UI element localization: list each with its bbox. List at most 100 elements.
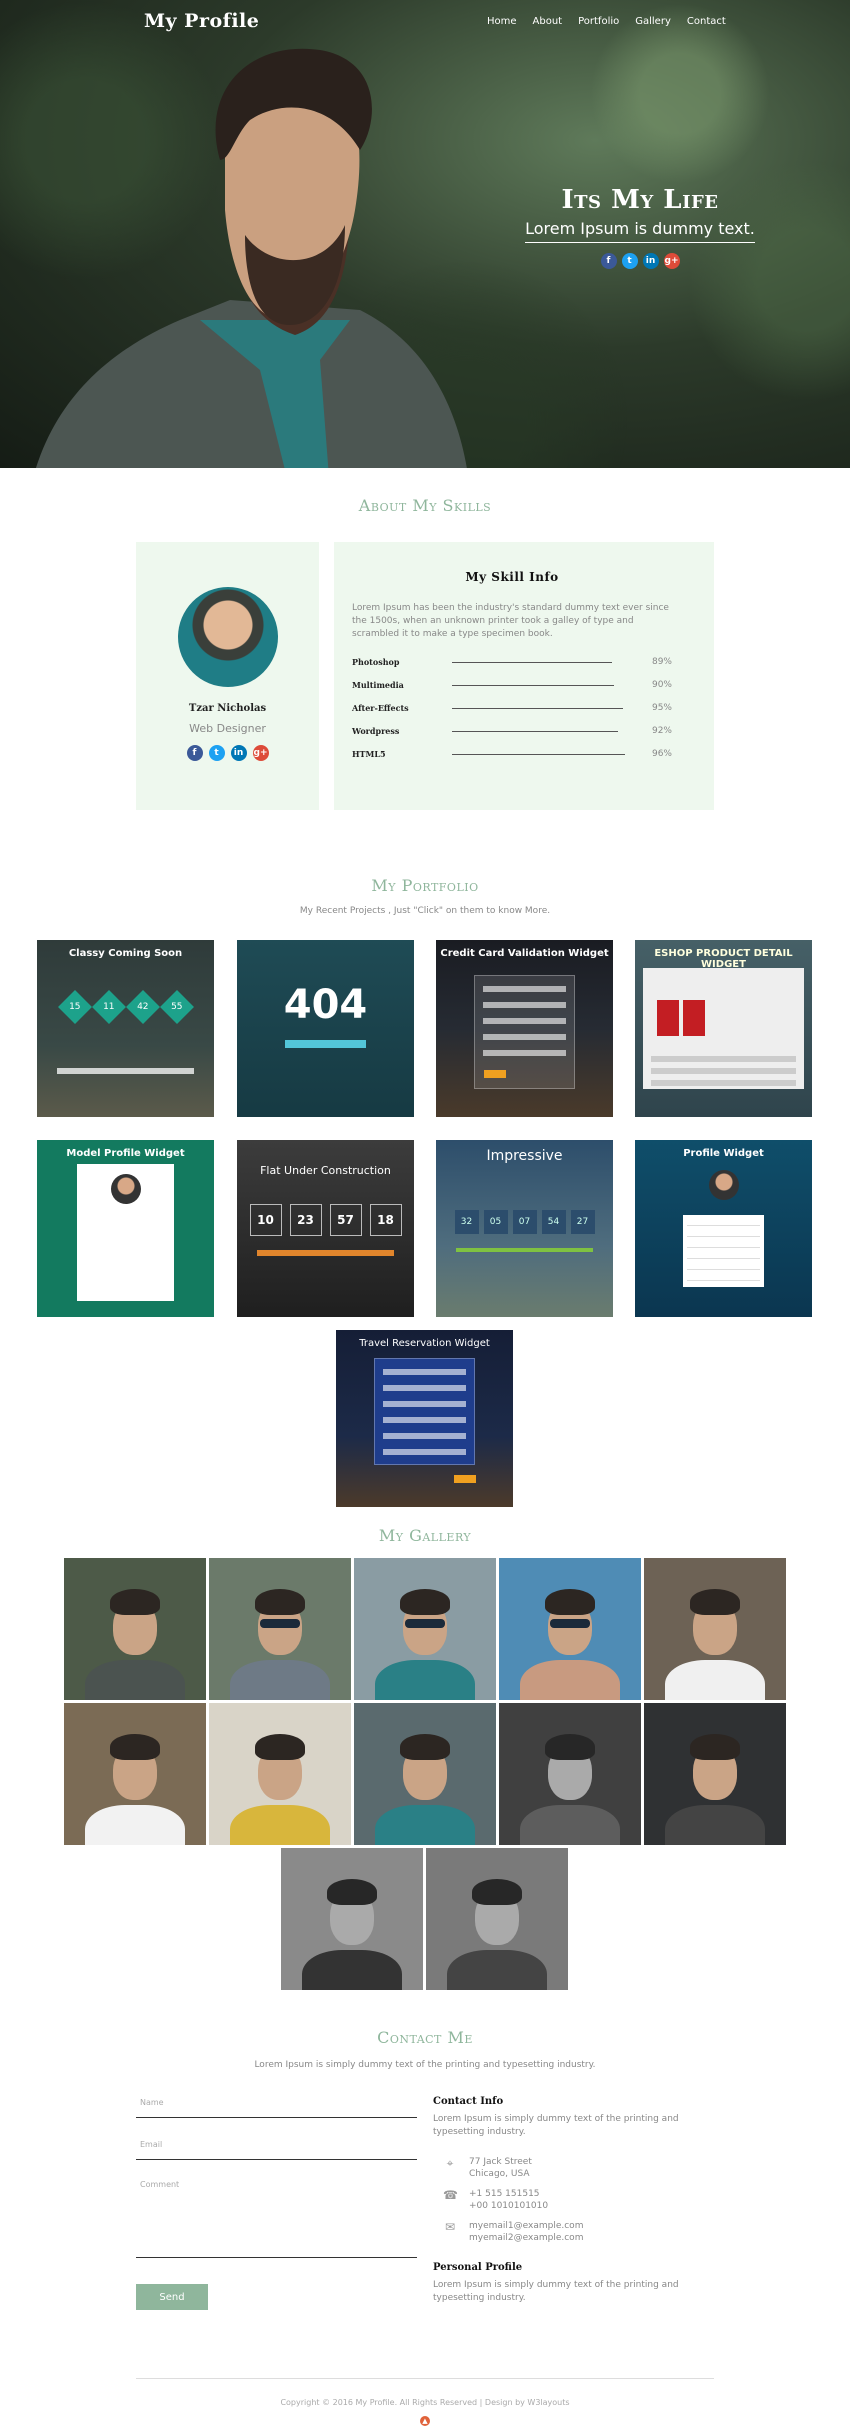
gallery-section: My Gallery: [0, 1496, 850, 2006]
facebook-icon[interactable]: f: [600, 253, 617, 269]
skill-bar: [452, 661, 632, 663]
skill-percent: 95%: [651, 703, 672, 713]
skill-percent: 92%: [651, 726, 672, 736]
countdown: 10 23 57 18: [237, 1204, 414, 1236]
nav-gallery[interactable]: Gallery: [635, 16, 671, 27]
progress-mock: [456, 1248, 593, 1252]
hero-subtitle: Lorem Ipsum is dummy text.: [525, 219, 755, 243]
phone-row: ☎ +1 515 151515 +00 1010101010: [443, 2188, 548, 2212]
portfolio-item-under-construction[interactable]: Flat Under Construction 10 23 57 18: [237, 1140, 414, 1317]
portfolio-item-impressive[interactable]: Impressive 32 05 07 54 27: [436, 1140, 613, 1317]
count-value: 27: [570, 1210, 595, 1234]
phone-icon: ☎: [443, 2188, 458, 2202]
skill-info-title: My Skill Info: [465, 570, 559, 584]
email-link[interactable]: myemail2@example.com: [469, 2232, 583, 2244]
portfolio-item-title: Classy Coming Soon: [68, 948, 183, 959]
nav-about[interactable]: About: [533, 16, 563, 27]
gallery-image[interactable]: [64, 1558, 206, 1700]
twitter-icon[interactable]: t: [208, 745, 225, 761]
site-logo[interactable]: My Profile: [144, 10, 259, 32]
skill-name: Wordpress: [352, 726, 400, 736]
footer-divider: [136, 2378, 714, 2379]
count-value: 11: [102, 1001, 115, 1012]
skill-name: Multimedia: [352, 680, 404, 690]
gallery-image[interactable]: [499, 1703, 641, 1845]
comment-placeholder: Comment: [140, 2180, 180, 2189]
skill-row: Photoshop 89%: [352, 655, 672, 669]
skill-info-text: Lorem Ipsum has been the industry's stan…: [352, 603, 669, 639]
skill-percent: 96%: [651, 749, 672, 759]
nav-portfolio[interactable]: Portfolio: [578, 16, 619, 27]
google-plus-icon[interactable]: g+: [663, 253, 680, 269]
skill-percent: 90%: [651, 680, 672, 690]
portfolio-section: My Portfolio My Recent Projects , Just "…: [0, 838, 850, 1507]
back-to-top-icon[interactable]: ▲: [420, 2416, 430, 2426]
profile-mock: [77, 1164, 174, 1301]
gallery-image[interactable]: [209, 1703, 351, 1845]
personal-profile-title: Personal Profile: [433, 2262, 523, 2273]
phone-number[interactable]: +1 515 151515: [469, 2188, 548, 2200]
shop-mock: [643, 968, 804, 1089]
skill-bar-fill: [452, 661, 613, 663]
gallery-image[interactable]: [644, 1703, 786, 1845]
location-icon: ⌖: [446, 2156, 454, 2170]
portfolio-item-travel[interactable]: Travel Reservation Widget: [336, 1330, 513, 1507]
gallery-image[interactable]: [644, 1558, 786, 1700]
gallery-image[interactable]: [64, 1703, 206, 1845]
skill-list: Photoshop 89% Multimedia 90% After-Effects 95…: [352, 655, 672, 761]
form-mock: [374, 1358, 475, 1465]
gallery-image[interactable]: [354, 1703, 496, 1845]
profile-card: Tzar Nicholas Web Designer f t in g+: [136, 542, 319, 810]
count-value: 54: [541, 1210, 566, 1234]
email-field[interactable]: Email: [136, 2136, 417, 2160]
gallery-image[interactable]: [426, 1848, 568, 1990]
countdown: 32 05 07 54 27: [436, 1210, 613, 1234]
comment-field[interactable]: Comment: [136, 2176, 417, 2258]
contact-info-text: Lorem Ipsum is simply dummy text of the …: [433, 2114, 679, 2137]
personal-profile: Personal Profile Lorem Ipsum is simply d…: [433, 2262, 683, 2305]
nav-home[interactable]: Home: [487, 16, 517, 27]
table-mock: [683, 1215, 764, 1287]
linkedin-icon[interactable]: in: [230, 745, 247, 761]
email-placeholder: Email: [140, 2140, 163, 2149]
portfolio-item-credit-card[interactable]: Credit Card Validation Widget: [436, 940, 613, 1117]
email-link[interactable]: myemail1@example.com: [469, 2220, 583, 2232]
count-value: 42: [136, 1001, 149, 1012]
portfolio-item-404[interactable]: 404: [237, 940, 414, 1117]
linkedin-icon[interactable]: in: [642, 253, 659, 269]
name-field[interactable]: Name: [136, 2094, 417, 2118]
contact-info: Contact Info Lorem Ipsum is simply dummy…: [433, 2096, 683, 2139]
count-value: 23: [289, 1204, 322, 1236]
portfolio-subtitle: My Recent Projects , Just "Click" on the…: [299, 906, 551, 916]
progress-mock: [257, 1250, 394, 1256]
portfolio-item-title: Impressive: [486, 1148, 563, 1164]
profile-social-links: f t in g+: [136, 745, 319, 761]
gallery-title: My Gallery: [378, 1526, 472, 1545]
send-button[interactable]: Send: [136, 2284, 208, 2310]
count-value: 10: [249, 1204, 282, 1236]
contact-subtitle: Lorem Ipsum is simply dummy text of the …: [254, 2060, 596, 2070]
portfolio-item-profile-widget[interactable]: Profile Widget: [635, 1140, 812, 1317]
mail-icon: ✉: [444, 2220, 456, 2234]
gallery-image[interactable]: [499, 1558, 641, 1700]
google-plus-icon[interactable]: g+: [252, 745, 269, 761]
gallery-image[interactable]: [209, 1558, 351, 1700]
portfolio-item-eshop[interactable]: ESHOP PRODUCT DETAIL WIDGET: [635, 940, 812, 1117]
portfolio-item-coming-soon[interactable]: Classy Coming Soon 15 11 42 55: [37, 940, 214, 1117]
twitter-icon[interactable]: t: [621, 253, 638, 269]
skill-row: Wordpress 92%: [352, 724, 672, 738]
phone-number[interactable]: +00 1010101010: [469, 2200, 548, 2212]
facebook-icon[interactable]: f: [186, 745, 203, 761]
gallery-image[interactable]: [281, 1848, 423, 1990]
skill-bar-fill: [452, 730, 618, 732]
portfolio-item-model-profile[interactable]: Model Profile Widget: [37, 1140, 214, 1317]
submit-mock: [484, 1070, 506, 1078]
gallery-image[interactable]: [354, 1558, 496, 1700]
count-value: 05: [483, 1210, 508, 1234]
hero-portrait-image: [36, 48, 467, 468]
address-line: Chicago, USA: [469, 2169, 530, 2179]
skills-title: About My Skills: [358, 496, 492, 515]
count-value: 15: [68, 1001, 81, 1012]
skill-row: Multimedia 90%: [352, 678, 672, 692]
nav-contact[interactable]: Contact: [687, 16, 726, 27]
